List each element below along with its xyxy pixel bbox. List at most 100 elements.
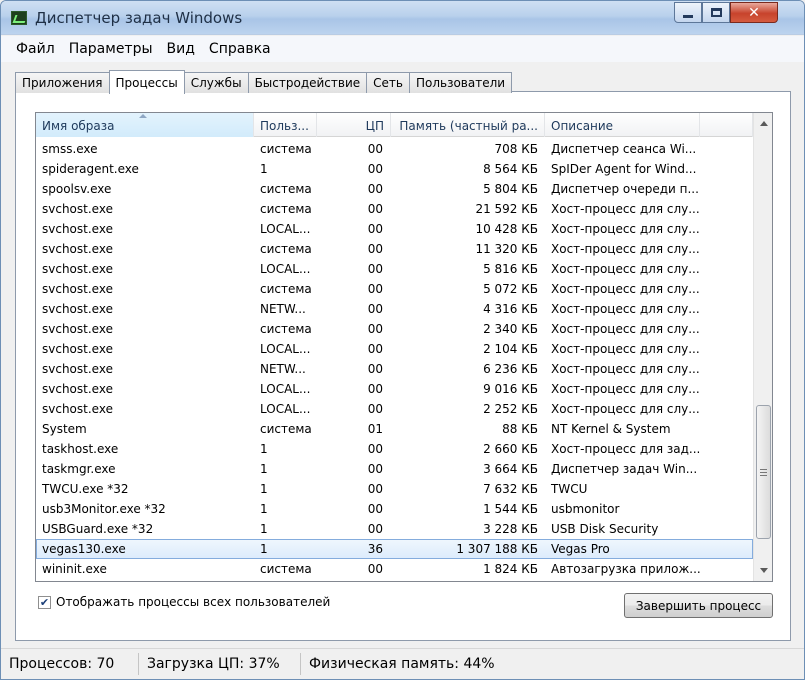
cell-cpu: 00 [367, 202, 383, 216]
cell-cpu: 00 [367, 242, 383, 256]
table-row[interactable]: svchost.exe LOCAL... 00 9 016 КБ Хост-процес… [36, 379, 753, 399]
table-row[interactable]: vegas130.exe 1 36 1 307 188 КБ Vegas Pro [36, 539, 753, 559]
tab-applications[interactable]: Приложения [15, 72, 110, 93]
cell-user: LOCAL... [260, 382, 311, 396]
table-row[interactable]: svchost.exe NETW... 00 4 316 КБ Хост-процесс… [36, 299, 753, 319]
menu-help[interactable]: Справка [202, 41, 278, 57]
table-row[interactable]: svchost.exe LOCAL... 00 2 252 КБ Хост-процес… [36, 399, 753, 419]
sort-ascending-icon [139, 114, 147, 118]
cell-image-name: taskmgr.exe [42, 462, 116, 476]
cell-description: Хост-процесс для слу... [551, 222, 700, 236]
table-row[interactable]: svchost.exe LOCAL... 00 2 104 КБ Хост-процес… [36, 339, 753, 359]
table-row[interactable]: svchost.exe LOCAL... 00 5 816 КБ Хост-процес… [36, 259, 753, 279]
table-row[interactable]: smss.exe система 00 708 КБ Диспетчер сеанса … [36, 139, 753, 159]
menu-view[interactable]: Вид [160, 41, 202, 57]
menu-file[interactable]: Файл [9, 41, 62, 57]
cell-memory: 1 824 КБ [483, 562, 538, 576]
cell-user: 1 [260, 462, 268, 476]
cell-user: система [260, 242, 312, 256]
cell-description: Диспетчер очереди п... [551, 182, 699, 196]
minimize-icon [683, 15, 693, 18]
show-all-users-checkbox[interactable]: ✔ [38, 595, 51, 609]
checkmark-icon: ✔ [39, 595, 50, 609]
cell-user: система [260, 422, 312, 436]
cell-memory: 88 КБ [502, 422, 538, 436]
table-row[interactable]: spoolsv.exe система 00 5 804 КБ Диспетчер оч… [36, 179, 753, 199]
cell-memory: 2 252 КБ [483, 402, 538, 416]
close-button[interactable]: ✕ [730, 2, 778, 23]
cell-memory: 1 544 КБ [483, 502, 538, 516]
tab-services[interactable]: Службы [183, 72, 249, 93]
tab-performance[interactable]: Быстродействие [247, 72, 368, 93]
show-all-users-label[interactable]: Отображать процессы всех пользователей [56, 595, 330, 609]
scroll-up-button[interactable] [754, 115, 772, 132]
cell-image-name: wininit.exe [42, 562, 107, 576]
cell-description: usbmonitor [551, 502, 620, 516]
table-row[interactable]: svchost.exe LOCAL... 00 10 428 КБ Хост-проце… [36, 219, 753, 239]
column-header-cpu[interactable]: ЦП [317, 113, 391, 137]
cell-description: Хост-процесс для слу... [551, 322, 700, 336]
minimize-button[interactable] [674, 2, 702, 23]
cell-user: 1 [260, 162, 268, 176]
tab-processes[interactable]: Процессы [108, 70, 185, 94]
cell-description: Хост-процесс для слу... [551, 242, 700, 256]
cell-user: система [260, 142, 312, 156]
column-header-memory[interactable]: Память (частный ра... [391, 113, 545, 137]
table-row[interactable]: svchost.exe NETW... 00 6 236 КБ Хост-процесс… [36, 359, 753, 379]
list-header: Имя образа Польз... ЦП Память (частный р… [36, 113, 753, 137]
maximize-button[interactable] [702, 2, 730, 23]
table-row[interactable]: svchost.exe система 00 11 320 КБ Хост-процес… [36, 239, 753, 259]
task-manager-icon [11, 11, 27, 25]
cell-description: TWCU [551, 482, 588, 496]
cell-cpu: 01 [367, 422, 383, 436]
cell-description: Хост-процесс для слу... [551, 382, 700, 396]
process-rows: smss.exe система 00 708 КБ Диспетчер сеанса … [36, 139, 753, 579]
table-row[interactable]: TWCU.exe *32 1 00 7 632 КБ TWCU [36, 479, 753, 499]
table-row[interactable]: wininit.exe система 00 1 824 КБ Автозагрузка… [36, 559, 753, 579]
close-icon: ✕ [748, 4, 760, 21]
title-bar[interactable]: Диспетчер задач Windows ✕ [1, 1, 804, 35]
table-row[interactable]: svchost.exe система 00 5 072 КБ Хост-процесс… [36, 279, 753, 299]
table-row[interactable]: taskhost.exe 1 00 2 660 КБ Хост-процесс для … [36, 439, 753, 459]
tab-users[interactable]: Пользователи [408, 72, 513, 93]
scroll-down-button[interactable] [754, 562, 772, 579]
window-title: Диспетчер задач Windows [35, 9, 243, 27]
cell-image-name: svchost.exe [42, 282, 113, 296]
process-list[interactable]: Имя образа Польз... ЦП Память (частный р… [35, 112, 773, 582]
cell-cpu: 00 [367, 302, 383, 316]
cell-memory: 2 660 КБ [483, 442, 538, 456]
table-row[interactable]: usb3Monitor.exe *32 1 00 1 544 КБ usbmonitor [36, 499, 753, 519]
table-row[interactable]: taskmgr.exe 1 00 3 664 КБ Диспетчер задач Wi… [36, 459, 753, 479]
column-header-description[interactable]: Описание [545, 113, 700, 137]
end-process-button[interactable]: Завершить процесс [624, 593, 773, 618]
table-row[interactable]: USBGuard.exe *32 1 00 3 228 КБ USB Disk Secu… [36, 519, 753, 539]
cell-description: Хост-процесс для слу... [551, 342, 700, 356]
table-row[interactable]: svchost.exe система 00 21 592 КБ Хост-процес… [36, 199, 753, 219]
table-row[interactable]: System система 01 88 КБ NT Kernel & System [36, 419, 753, 439]
column-header-image-name[interactable]: Имя образа [36, 113, 254, 137]
arrow-up-icon [759, 121, 768, 126]
cell-image-name: System [42, 422, 87, 436]
cell-image-name: svchost.exe [42, 202, 113, 216]
cell-image-name: spideragent.exe [42, 162, 139, 176]
cell-description: Хост-процесс для слу... [551, 202, 700, 216]
cell-memory: 5 816 КБ [483, 262, 538, 276]
tab-networking[interactable]: Сеть [366, 72, 410, 93]
cell-image-name: vegas130.exe [42, 542, 126, 556]
status-physical-memory: Физическая память: 44% [309, 656, 495, 672]
show-all-users-option[interactable]: ✔ Отображать процессы всех пользователей [38, 595, 330, 609]
cell-cpu: 00 [367, 482, 383, 496]
cell-cpu: 00 [367, 362, 383, 376]
column-header-user[interactable]: Польз... [254, 113, 317, 137]
scroll-thumb[interactable] [756, 405, 771, 539]
cell-cpu: 00 [367, 562, 383, 576]
table-row[interactable]: spideragent.exe 1 00 8 564 КБ SpIDer Agent f… [36, 159, 753, 179]
grip-icon [760, 468, 767, 476]
menu-options[interactable]: Параметры [62, 41, 160, 57]
vertical-scrollbar[interactable] [753, 113, 772, 581]
cell-image-name: svchost.exe [42, 362, 113, 376]
cell-image-name: svchost.exe [42, 382, 113, 396]
cell-user: система [260, 202, 312, 216]
table-row[interactable]: svchost.exe система 00 2 340 КБ Хост-процесс… [36, 319, 753, 339]
cell-cpu: 00 [367, 382, 383, 396]
